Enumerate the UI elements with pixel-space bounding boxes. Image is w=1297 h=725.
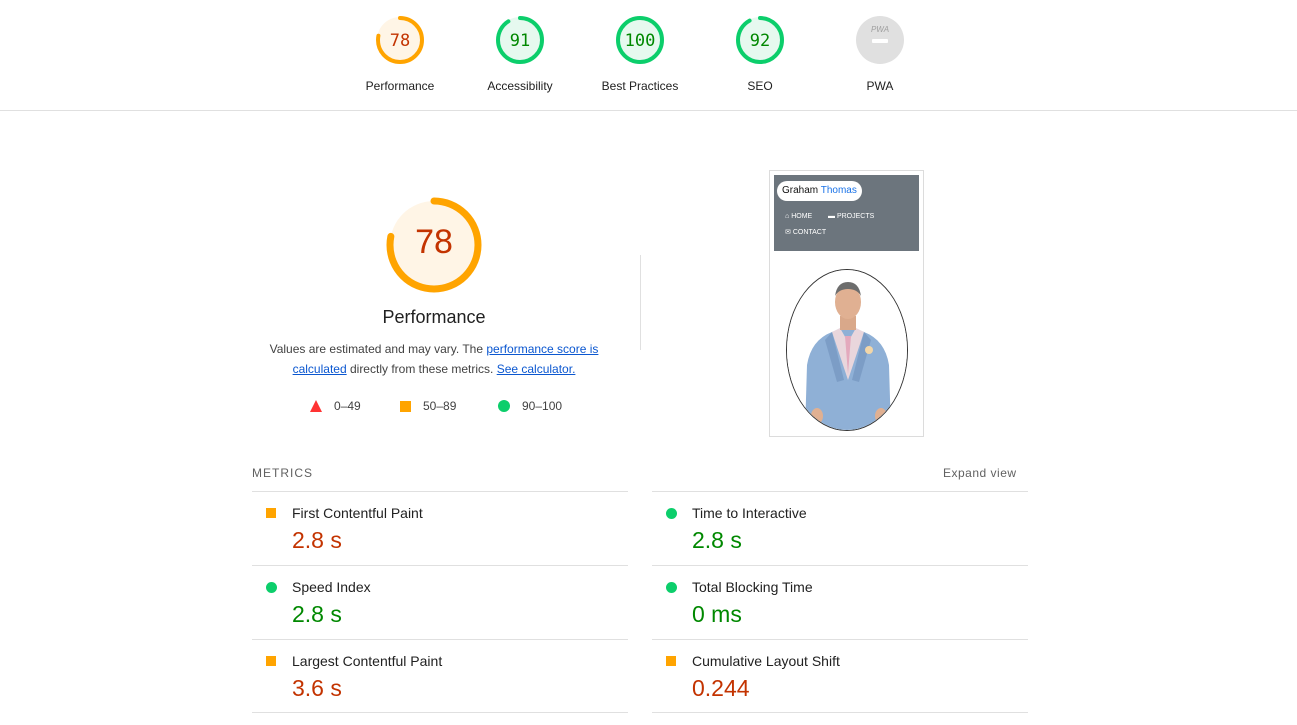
square-icon <box>666 656 676 666</box>
circle-icon <box>498 400 510 412</box>
site-navbar: Graham Thomas ⌂ HOME ▬ PROJECTS ✉ CONTAC… <box>774 175 919 251</box>
nav-contact: ✉ CONTACT <box>785 229 827 236</box>
metric-label: Time to Interactive <box>692 505 807 521</box>
square-icon <box>266 508 276 518</box>
gauge-score: 78 <box>389 31 411 51</box>
metric-value: 2.8 s <box>692 527 742 553</box>
gauge-label: Performance <box>365 79 435 93</box>
metric-label: Speed Index <box>292 579 371 595</box>
gauge-accessibility[interactable]: 91 Accessibility <box>475 14 565 93</box>
gauge-pwa[interactable]: PWA PWA <box>835 14 925 93</box>
expand-view-button[interactable]: Expand view <box>943 466 1017 480</box>
metric-speed-index[interactable]: Speed Index 2.8 s <box>252 566 628 640</box>
metric-label: Largest Contentful Paint <box>292 653 443 669</box>
gauge-score: 92 <box>749 31 771 51</box>
gauge-label: Best Practices <box>601 79 679 93</box>
profile-photo <box>786 269 908 431</box>
gauge-label: SEO <box>747 79 773 93</box>
performance-main-gauge: 78 <box>384 195 484 295</box>
performance-score: 78 <box>415 223 453 261</box>
square-icon <box>400 400 411 412</box>
home-icon: ⌂ <box>785 213 790 220</box>
folder-icon: ▬ <box>828 213 835 220</box>
gauge-best-practices[interactable]: 100 Best Practices <box>595 14 685 93</box>
triangle-icon <box>310 400 322 412</box>
circle-icon <box>666 582 677 593</box>
metric-first-contentful-paint[interactable]: First Contentful Paint 2.8 s <box>252 492 628 566</box>
metric-value: 3.6 s <box>292 675 342 701</box>
nav-home: ⌂ HOME <box>785 213 813 220</box>
metric-total-blocking-time[interactable]: Total Blocking Time 0 ms <box>652 566 1028 640</box>
legend-range: 0–49 <box>334 399 361 413</box>
metric-largest-contentful-paint[interactable]: Largest Contentful Paint 3.6 s <box>252 640 628 714</box>
legend-fail: 0–49 <box>310 398 361 414</box>
metrics-heading: METRICS <box>252 466 313 480</box>
envelope-icon: ✉ <box>785 229 791 236</box>
brand-first: Graham <box>782 185 819 196</box>
divider <box>252 712 628 713</box>
performance-description: Values are estimated and may vary. The p… <box>254 339 614 379</box>
description-text: directly from these metrics. <box>346 362 497 376</box>
nav-projects: ▬ PROJECTS <box>828 213 875 220</box>
circle-icon <box>666 508 677 519</box>
gauge-label: Accessibility <box>487 79 553 93</box>
metric-label: Total Blocking Time <box>692 579 813 595</box>
site-brand: Graham Thomas <box>777 181 862 201</box>
pwa-badge-icon: PWA <box>856 16 904 64</box>
square-icon <box>266 656 276 666</box>
metric-value: 2.8 s <box>292 527 342 553</box>
vertical-divider <box>640 255 641 350</box>
metric-value: 0 ms <box>692 601 742 627</box>
legend-range: 90–100 <box>522 399 563 413</box>
final-screenshot[interactable]: Graham Thomas ⌂ HOME ▬ PROJECTS ✉ CONTAC… <box>769 170 924 437</box>
circle-icon <box>266 582 277 593</box>
brand-second: Thomas <box>820 185 857 196</box>
metric-time-to-interactive[interactable]: Time to Interactive 2.8 s <box>652 492 1028 566</box>
metric-label: First Contentful Paint <box>292 505 423 521</box>
legend-average: 50–89 <box>400 398 456 414</box>
gauge-seo[interactable]: 92 SEO <box>715 14 805 93</box>
legend-pass: 90–100 <box>498 398 562 414</box>
metric-value: 0.244 <box>692 675 750 701</box>
description-text: Values are estimated and may vary. The <box>269 342 487 356</box>
gauge-score: 100 <box>624 31 656 51</box>
divider <box>652 712 1028 713</box>
performance-title: Performance <box>382 307 486 327</box>
calculator-link[interactable]: See calculator. <box>497 362 576 376</box>
legend-range: 50–89 <box>423 399 457 413</box>
gauge-performance[interactable]: 78 Performance <box>355 14 445 93</box>
person-illustration <box>787 270 907 430</box>
gauge-label: PWA <box>866 79 894 93</box>
metric-cumulative-layout-shift[interactable]: Cumulative Layout Shift 0.244 <box>652 640 1028 714</box>
pwa-badge-text: PWA <box>871 25 889 34</box>
metric-value: 2.8 s <box>292 601 342 627</box>
category-summary-bar: 78 Performance 91 Accessibility 100 Best… <box>0 0 1297 111</box>
metric-label: Cumulative Layout Shift <box>692 653 840 669</box>
gauge-score: 91 <box>509 31 531 51</box>
